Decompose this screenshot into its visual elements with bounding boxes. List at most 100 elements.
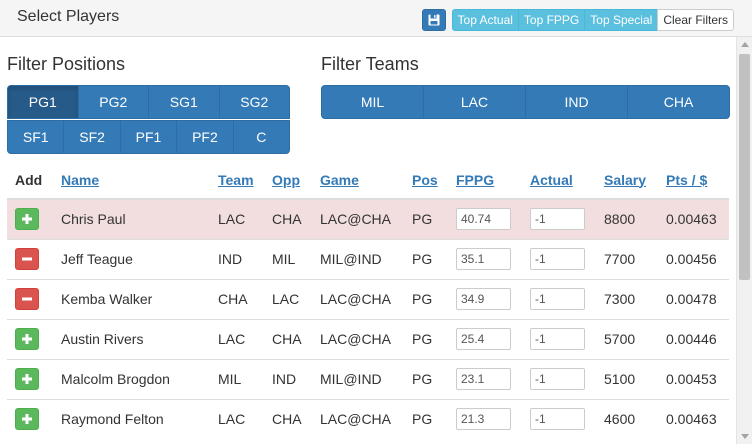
fppg-input[interactable] (456, 328, 511, 350)
player-position: PG (404, 238, 448, 279)
actual-input[interactable] (530, 408, 585, 431)
fppg-input[interactable] (456, 248, 511, 270)
player-game: MIL@IND (312, 238, 404, 279)
player-name: Malcolm Brogdon (53, 358, 210, 399)
add-player-button[interactable] (15, 368, 39, 390)
vertical-scrollbar[interactable] (736, 37, 752, 444)
column-fppg: FPPG (448, 161, 522, 200)
player-name: Kemba Walker (53, 278, 210, 319)
position-filter-group: PG1 PG2 SG1 SG2 SF1 SF2 PF1 PF2 C (7, 85, 291, 154)
fppg-cell (448, 198, 522, 239)
minus-icon (22, 297, 32, 301)
position-filter-sf2[interactable]: SF2 (63, 120, 121, 154)
column-team: Team (210, 161, 264, 200)
player-game: LAC@CHA (312, 318, 404, 359)
position-filter-pf1[interactable]: PF1 (119, 120, 178, 154)
player-game: LAC@CHA (312, 198, 404, 239)
player-pts-per-dollar: 0.00463 (658, 398, 729, 439)
add-player-button[interactable] (15, 408, 39, 431)
sort-team-link[interactable]: Team (218, 172, 254, 188)
save-button[interactable] (421, 9, 446, 31)
remove-player-button[interactable] (15, 288, 39, 310)
sort-pts-per-dollar-link[interactable]: Pts / $ (666, 172, 707, 188)
player-opponent: IND (264, 358, 312, 399)
position-filter-sg1[interactable]: SG1 (148, 85, 220, 119)
player-name: Austin Rivers (53, 318, 210, 359)
actual-cell (522, 198, 596, 239)
fppg-cell (448, 398, 522, 439)
plus-icon (22, 334, 32, 344)
column-name: Name (53, 161, 210, 200)
add-player-button[interactable] (15, 328, 39, 350)
clear-filters-button[interactable]: Clear Filters (657, 9, 734, 31)
top-fppg-button[interactable]: Top FPPG (517, 9, 586, 31)
position-filter-sf1[interactable]: SF1 (7, 120, 65, 154)
sort-pos-link[interactable]: Pos (412, 172, 438, 188)
fppg-input[interactable] (456, 288, 511, 310)
toolbar: Top Actual Top FPPG Top Special Clear Fi… (421, 9, 734, 31)
position-filter-sg2[interactable]: SG2 (218, 85, 290, 119)
player-position: PG (404, 358, 448, 399)
position-filter-pf2[interactable]: PF2 (176, 120, 234, 154)
position-row-1: PG1 PG2 SG1 SG2 (7, 85, 290, 119)
scroll-down-arrow-icon[interactable] (741, 434, 749, 439)
player-team: CHA (210, 278, 264, 319)
player-pts-per-dollar: 0.00463 (658, 198, 729, 239)
add-cell (7, 238, 53, 279)
sort-salary-link[interactable]: Salary (604, 172, 646, 188)
scrollbar-thumb[interactable] (739, 54, 750, 280)
player-pts-per-dollar: 0.00478 (658, 278, 729, 319)
sort-game-link[interactable]: Game (320, 172, 359, 188)
filter-positions-heading: Filter Positions (7, 54, 126, 74)
player-team: MIL (210, 358, 264, 399)
actual-input[interactable] (530, 328, 585, 350)
player-game: LAC@CHA (312, 398, 404, 439)
column-salary: Salary (596, 161, 658, 200)
remove-player-button[interactable] (15, 248, 39, 270)
add-cell (7, 198, 53, 239)
actual-input[interactable] (530, 288, 585, 310)
actual-cell (522, 398, 596, 439)
sort-opp-link[interactable]: Opp (272, 172, 300, 188)
fppg-input[interactable] (456, 368, 511, 390)
table-body: Chris PaulLACCHALAC@CHAPG88000.00463Jeff… (7, 198, 729, 439)
fppg-cell (448, 238, 522, 279)
team-filter-ind[interactable]: IND (525, 85, 628, 119)
table-row: Raymond FeltonLACCHALAC@CHAPG 46000.00463 (7, 398, 729, 439)
position-filter-pg1[interactable]: PG1 (7, 85, 79, 119)
scroll-up-arrow-icon[interactable] (741, 42, 749, 47)
column-opp: Opp (264, 161, 312, 200)
player-salary: 8800 (596, 198, 658, 239)
position-row-2: SF1 SF2 PF1 PF2 C (7, 120, 291, 154)
add-player-button[interactable] (15, 208, 39, 231)
column-pts-per-dollar: Pts / $ (658, 161, 729, 200)
position-filter-c[interactable]: C (232, 120, 291, 154)
top-special-button[interactable]: Top Special (584, 9, 659, 31)
team-filter-cha[interactable]: CHA (627, 85, 730, 119)
sort-actual-link[interactable]: Actual (530, 172, 573, 188)
actual-input[interactable] (530, 368, 585, 390)
actual-input[interactable] (530, 248, 585, 270)
actual-cell (522, 278, 596, 319)
table-row: Kemba WalkerCHALACLAC@CHAPG 73000.00478 (7, 278, 729, 319)
team-filter-mil[interactable]: MIL (321, 85, 424, 119)
sort-fppg-link[interactable]: FPPG (456, 172, 494, 188)
player-game: LAC@CHA (312, 278, 404, 319)
actual-input[interactable] (530, 208, 585, 231)
table-row: Austin RiversLACCHALAC@CHAPG 57000.00446 (7, 318, 729, 359)
player-team: LAC (210, 198, 264, 239)
top-actual-button[interactable]: Top Actual (451, 9, 519, 31)
player-pts-per-dollar: 0.00446 (658, 318, 729, 359)
team-filter-lac[interactable]: LAC (423, 85, 526, 119)
add-cell (7, 358, 53, 399)
column-add: Add (7, 161, 53, 200)
plus-icon (22, 374, 32, 384)
sort-name-link[interactable]: Name (61, 172, 99, 188)
fppg-input[interactable] (456, 408, 511, 431)
actual-cell (522, 358, 596, 399)
fppg-input[interactable] (456, 208, 511, 231)
player-position: PG (404, 318, 448, 359)
minus-icon (22, 257, 32, 261)
position-filter-pg2[interactable]: PG2 (77, 85, 149, 119)
team-filter-group: MIL LAC IND CHA (321, 85, 730, 119)
